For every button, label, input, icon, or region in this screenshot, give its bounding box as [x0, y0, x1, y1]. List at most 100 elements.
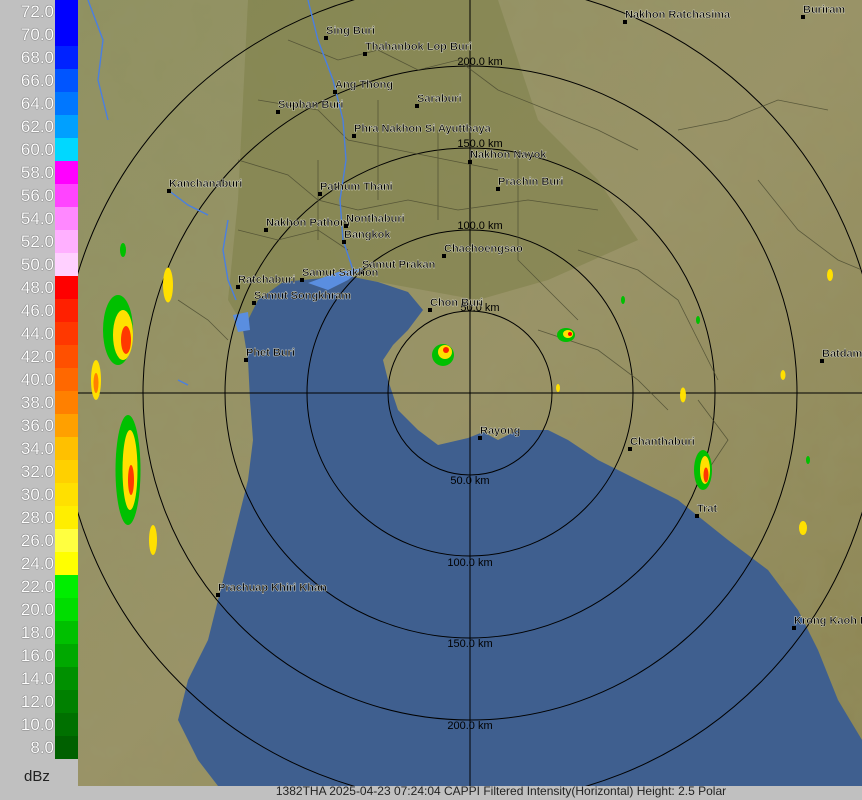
- legend-level-swatch: [55, 575, 78, 598]
- legend-level-swatch: [55, 667, 78, 690]
- city-label: Kanchanaburi: [169, 178, 242, 190]
- legend-level: 36.0: [0, 414, 78, 437]
- radar-map-svg: 50.0 km100.0 km150.0 km200.0 km50.0 km10…: [78, 0, 862, 786]
- echo-cell: [799, 521, 807, 535]
- legend-level-swatch: [55, 460, 78, 483]
- legend-level-swatch: [55, 276, 78, 299]
- legend-level-label: 10.0: [20, 715, 54, 734]
- legend-level-swatch: [55, 690, 78, 713]
- legend-level-label: 36.0: [20, 416, 54, 435]
- legend-level-swatch: [55, 184, 78, 207]
- legend-level-swatch: [55, 391, 78, 414]
- legend-level: 60.0: [0, 138, 78, 161]
- legend-level: 30.0: [0, 483, 78, 506]
- city-label: Samut Sakhon: [302, 267, 379, 279]
- echo-cell: [696, 316, 700, 324]
- city-label: Trat: [697, 503, 718, 515]
- legend-level-swatch: [55, 115, 78, 138]
- legend-level-label: 66.0: [20, 71, 54, 90]
- legend-level: 56.0: [0, 184, 78, 207]
- legend-level-swatch: [55, 23, 78, 46]
- legend-level-swatch: [55, 644, 78, 667]
- legend-level-label: 32.0: [20, 462, 54, 481]
- legend-level-swatch: [55, 230, 78, 253]
- echo-cell: [827, 269, 833, 281]
- city-label: Chachoengsao: [444, 243, 523, 255]
- legend-level-swatch: [55, 713, 78, 736]
- legend-level-swatch: [55, 529, 78, 552]
- legend-level-swatch: [55, 598, 78, 621]
- legend-level: 14.0: [0, 667, 78, 690]
- legend-level-label: 18.0: [20, 623, 54, 642]
- legend-level-label: 68.0: [20, 48, 54, 67]
- legend-level-label: 40.0: [20, 370, 54, 389]
- legend-level: 62.0: [0, 115, 78, 138]
- legend-level-label: 8.0: [30, 738, 54, 757]
- legend-level-label: 58.0: [20, 163, 54, 182]
- city-label: Buriram: [803, 4, 845, 16]
- city-label: Suphan Buri: [278, 99, 343, 111]
- radar-map[interactable]: 50.0 km 100.0 km 150.0 km 200.0 km 50.0 km 10…: [78, 0, 862, 786]
- legend-level-swatch: [55, 552, 78, 575]
- legend-level: 38.0: [0, 391, 78, 414]
- city-label: Chon Buri: [430, 297, 483, 309]
- legend-level-label: 70.0: [20, 25, 54, 44]
- legend-level-swatch: [55, 0, 78, 23]
- legend-level-label: 28.0: [20, 508, 54, 527]
- legend-level: 8.0: [0, 736, 78, 759]
- legend-level-label: 12.0: [20, 692, 54, 711]
- legend-level-swatch: [55, 69, 78, 92]
- echo-cell: [93, 373, 99, 393]
- legend-level: 18.0: [0, 621, 78, 644]
- city-label: Prachuap Khiri Khan: [218, 582, 327, 594]
- legend-level: 26.0: [0, 529, 78, 552]
- legend-level: 42.0: [0, 345, 78, 368]
- city-label: Krong Kaoh Ko: [794, 615, 862, 627]
- legend-level-label: 52.0: [20, 232, 54, 251]
- city-label: Batdamb: [822, 348, 862, 360]
- echo-cell: [163, 267, 173, 303]
- echo-cell: [680, 387, 686, 403]
- legend-level-swatch: [55, 506, 78, 529]
- legend-level-swatch: [55, 345, 78, 368]
- legend-level: 48.0: [0, 276, 78, 299]
- legend-level-swatch: [55, 368, 78, 391]
- echo-cell: [128, 465, 134, 495]
- city-label: Nakhon Pathom: [266, 217, 350, 229]
- legend-level: 20.0: [0, 598, 78, 621]
- city-label: Ratchaburi: [238, 274, 295, 286]
- city-label: Chanthaburi: [630, 436, 695, 448]
- legend-level-label: 56.0: [20, 186, 54, 205]
- legend-level-label: 26.0: [20, 531, 54, 550]
- legend-level: 64.0: [0, 92, 78, 115]
- echo-cell: [149, 525, 157, 555]
- legend-level: 10.0: [0, 713, 78, 736]
- echo-cell: [121, 326, 131, 354]
- echo-cell: [780, 370, 786, 380]
- city-label: Sing Buri: [326, 25, 375, 37]
- echo-cell: [556, 384, 560, 392]
- legend-level-swatch: [55, 92, 78, 115]
- legend-level: 40.0: [0, 368, 78, 391]
- legend-level: 28.0: [0, 506, 78, 529]
- ring-label: 100.0 km: [447, 557, 492, 569]
- city-label: Thahanbok Lop Buri: [365, 41, 472, 53]
- legend-level: 72.0: [0, 0, 78, 23]
- legend-level: 58.0: [0, 161, 78, 184]
- legend-level-label: 48.0: [20, 278, 54, 297]
- legend-level: 16.0: [0, 644, 78, 667]
- legend-level: 54.0: [0, 207, 78, 230]
- legend-level-swatch: [55, 46, 78, 69]
- city-label: Samut Songkhram: [254, 290, 351, 302]
- legend-level-swatch: [55, 253, 78, 276]
- legend-level-label: 44.0: [20, 324, 54, 343]
- city-label: Nakhon Ratchasima: [625, 9, 731, 21]
- echo-cell: [621, 296, 625, 304]
- legend-level-label: 46.0: [20, 301, 54, 320]
- legend-level-swatch: [55, 736, 78, 759]
- legend-level: 32.0: [0, 460, 78, 483]
- legend-level-label: 42.0: [20, 347, 54, 366]
- echo-cell: [120, 243, 126, 257]
- legend-level: 22.0: [0, 575, 78, 598]
- legend-level: 52.0: [0, 230, 78, 253]
